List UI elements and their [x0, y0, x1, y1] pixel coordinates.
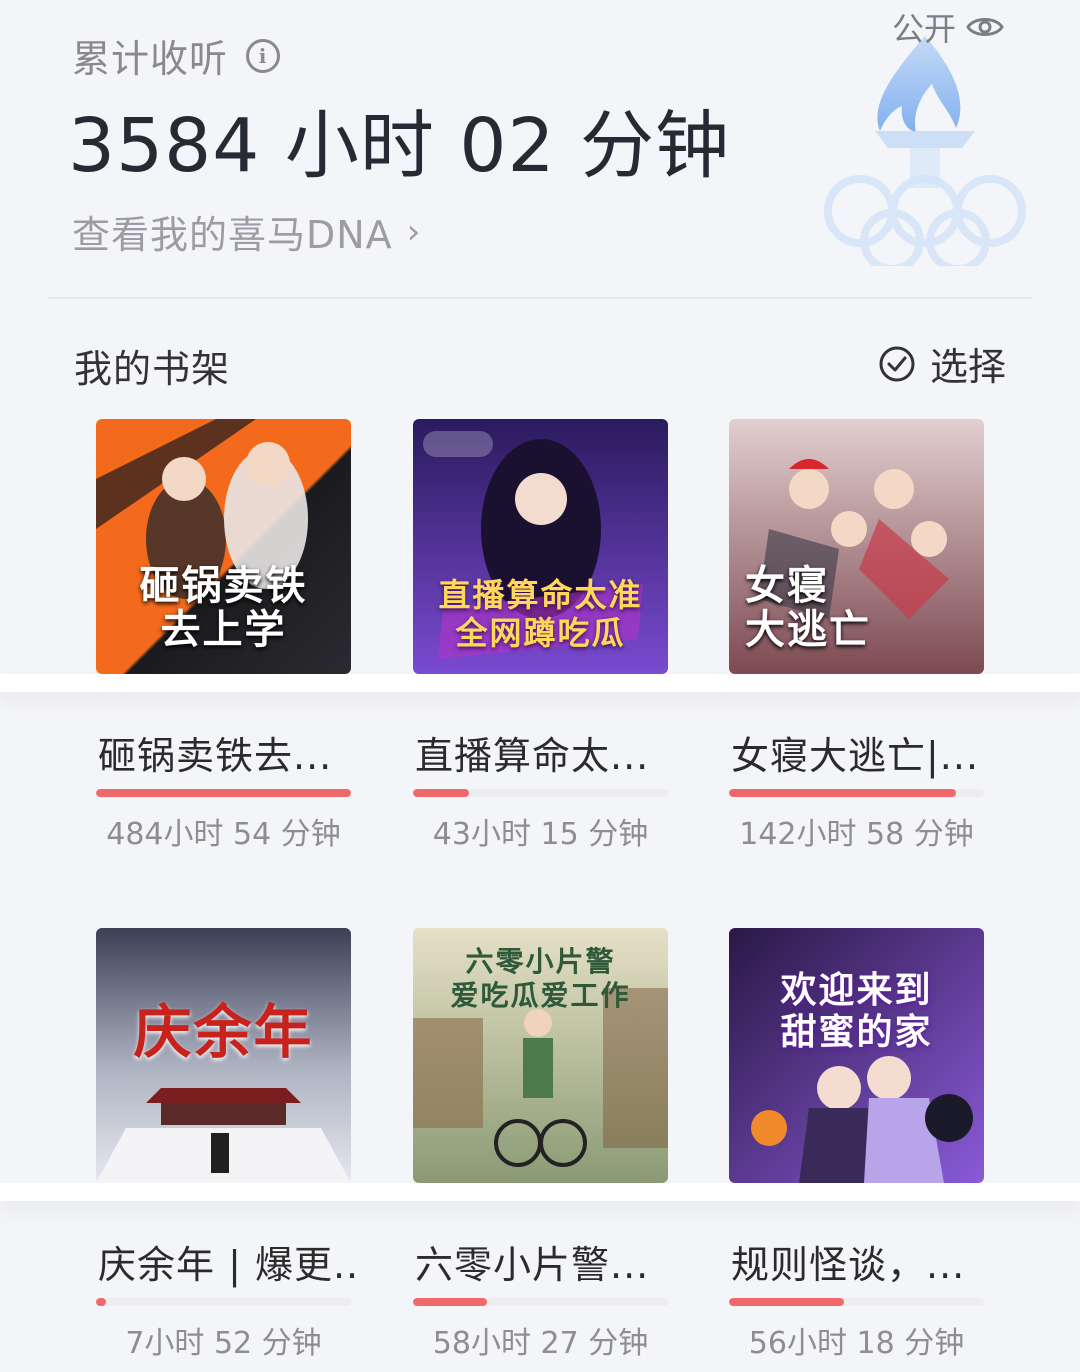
book-cover[interactable]: 砸锅卖铁 去上学	[96, 419, 351, 674]
book-title: 砸锅卖铁去...	[98, 734, 333, 778]
progress-fill	[96, 1298, 107, 1306]
book-item[interactable]: 庆余年 庆余年 | 爆更... 7小时 52 分钟	[96, 928, 358, 1361]
book-cover-title: 直播算命太准 全网蹲吃瓜	[438, 576, 643, 652]
total-listening-label: 累计收听 i	[72, 28, 281, 83]
listening-summary: 累计收听 i 3584 小时 02 分钟 查看我的喜马DNA › 公开	[0, 0, 1080, 300]
torch-rings-decoration-icon	[824, 36, 1026, 266]
book-item[interactable]: 六零小片警 爱吃瓜爱工作 六零小片警... 58小时 27 分钟	[413, 928, 668, 1361]
book-listen-time: 484小时 54 分钟	[106, 817, 341, 852]
book-cover[interactable]: 六零小片警 爱吃瓜爱工作	[413, 928, 668, 1183]
listening-progress-bar	[729, 1298, 984, 1306]
book-listen-time: 58小时 27 分钟	[432, 1326, 649, 1361]
chevron-right-icon: ›	[406, 211, 422, 252]
section-divider	[48, 297, 1032, 299]
check-circle-icon	[879, 346, 915, 381]
public-visibility-toggle[interactable]: 公开	[892, 4, 1004, 50]
progress-fill	[729, 789, 956, 797]
eye-icon	[966, 18, 1004, 36]
book-item[interactable]: 直播算命太准 全网蹲吃瓜 直播算命太... 43小时 15 分钟	[413, 419, 668, 852]
book-title: 六零小片警...	[415, 1243, 650, 1287]
book-title: 庆余年 | 爆更...	[98, 1243, 358, 1287]
book-item[interactable]: 砸锅卖铁 去上学 砸锅卖铁去... 484小时 54 分钟	[96, 419, 351, 852]
listening-progress-bar	[96, 789, 351, 797]
progress-fill	[96, 789, 351, 797]
total-listening-label-text: 累计收听	[72, 37, 229, 81]
listening-progress-bar	[729, 789, 984, 797]
bookshelf-header: 我的书架 选择	[0, 300, 1080, 410]
book-cover[interactable]: 欢迎来到 甜蜜的家	[729, 928, 984, 1183]
book-cover[interactable]: 庆余年	[96, 928, 351, 1183]
listening-progress-bar	[96, 1298, 351, 1306]
bookshelf-title: 我的书架	[74, 347, 231, 391]
book-cover[interactable]: 直播算命太准 全网蹲吃瓜	[413, 419, 668, 674]
listening-progress-bar	[413, 789, 668, 797]
book-listen-time: 7小时 52 分钟	[125, 1326, 322, 1361]
view-dna-link-text: 查看我的喜马DNA	[72, 213, 393, 257]
book-cover-title: 六零小片警 爱吃瓜爱工作	[450, 945, 631, 1012]
book-listen-time: 43小时 15 分钟	[432, 817, 649, 852]
book-cover-title: 砸锅卖铁 去上学	[139, 562, 308, 653]
progress-fill	[413, 1298, 487, 1306]
book-title: 直播算命太...	[415, 734, 650, 778]
book-cover-title: 女寝 大逃亡	[745, 562, 871, 653]
shelf-band	[0, 1183, 1080, 1201]
book-cover-title: 欢迎来到 甜蜜的家	[780, 969, 933, 1053]
book-cover-art	[729, 928, 984, 1183]
select-button[interactable]: 选择	[878, 336, 1006, 391]
public-label: 公开	[892, 10, 957, 48]
info-icon[interactable]: i	[246, 38, 281, 73]
view-dna-link[interactable]: 查看我的喜马DNA ›	[72, 204, 421, 259]
book-title: 女寝大逃亡|...	[731, 734, 980, 778]
select-label: 选择	[929, 345, 1006, 389]
book-title: 规则怪谈，...	[731, 1243, 966, 1287]
progress-fill	[413, 789, 470, 797]
listening-progress-bar	[413, 1298, 668, 1306]
book-listen-time: 56小时 18 分钟	[748, 1326, 965, 1361]
book-item[interactable]: 欢迎来到 甜蜜的家 规则怪谈，... 56小时 18 分钟	[729, 928, 984, 1361]
book-cover-title: 庆余年	[133, 998, 314, 1066]
book-item[interactable]: 女寝 大逃亡 女寝大逃亡|... 142小时 58 分钟	[729, 419, 984, 852]
book-cover[interactable]: 女寝 大逃亡	[729, 419, 984, 674]
total-listening-time: 3584 小时 02 分钟	[68, 103, 731, 189]
progress-fill	[729, 1298, 844, 1306]
shelf-band	[0, 674, 1080, 692]
book-listen-time: 142小时 58 分钟	[739, 817, 974, 852]
